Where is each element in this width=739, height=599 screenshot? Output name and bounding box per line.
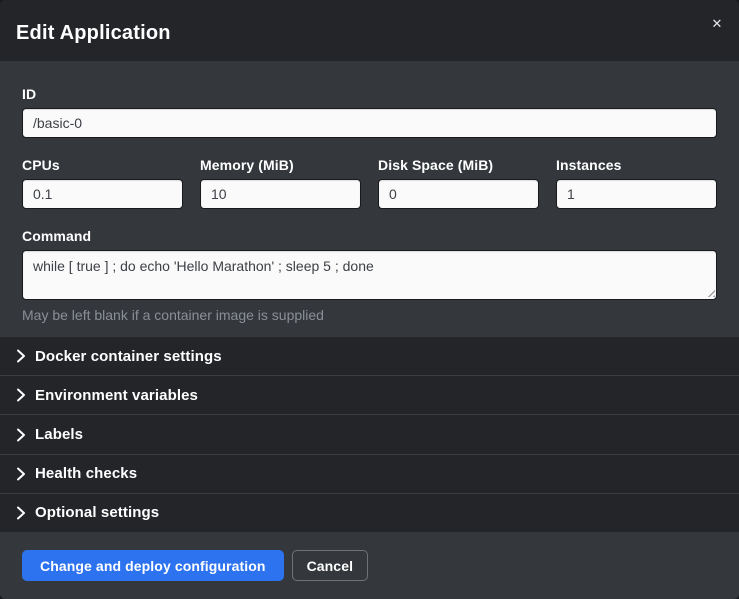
section-label: Optional settings — [35, 504, 159, 521]
disk-field-group: Disk Space (MiB) — [378, 156, 539, 209]
application-form: ID CPUs Memory (MiB) Disk Space (MiB) In… — [0, 61, 739, 337]
chevron-right-icon — [16, 467, 26, 481]
modal-title: Edit Application — [16, 22, 171, 44]
section-optional-settings[interactable]: Optional settings — [0, 494, 739, 532]
cpus-input[interactable] — [22, 179, 183, 209]
memory-label: Memory (MiB) — [200, 156, 361, 174]
cpus-label: CPUs — [22, 156, 183, 174]
change-and-deploy-button[interactable]: Change and deploy configuration — [22, 550, 284, 581]
edit-application-modal: Edit Application ✕ ID CPUs Memory (MiB) … — [0, 0, 739, 599]
modal-footer: Change and deploy configuration Cancel — [0, 532, 739, 599]
close-icon[interactable]: ✕ — [708, 15, 726, 33]
section-label: Environment variables — [35, 387, 198, 404]
chevron-right-icon — [16, 388, 26, 402]
section-label: Docker container settings — [35, 348, 222, 365]
command-field-group: Command while [ true ] ; do echo 'Hello … — [22, 227, 717, 324]
collapsible-sections: Docker container settings Environment va… — [0, 337, 739, 532]
resources-row: CPUs Memory (MiB) Disk Space (MiB) Insta… — [22, 156, 717, 209]
modal-header: Edit Application ✕ — [0, 0, 739, 61]
id-field-group: ID — [22, 85, 717, 138]
chevron-right-icon — [16, 349, 26, 363]
chevron-right-icon — [16, 506, 26, 520]
memory-input[interactable] — [200, 179, 361, 209]
cpus-field-group: CPUs — [22, 156, 183, 209]
section-label: Labels — [35, 426, 83, 443]
section-label: Health checks — [35, 465, 137, 482]
section-environment-variables[interactable]: Environment variables — [0, 376, 739, 415]
section-docker-container-settings[interactable]: Docker container settings — [0, 337, 739, 376]
section-health-checks[interactable]: Health checks — [0, 455, 739, 494]
command-help-text: May be left blank if a container image i… — [22, 306, 717, 324]
instances-field-group: Instances — [556, 156, 717, 209]
id-label: ID — [22, 85, 717, 103]
chevron-right-icon — [16, 428, 26, 442]
instances-input[interactable] — [556, 179, 717, 209]
section-labels[interactable]: Labels — [0, 415, 739, 454]
command-textarea-wrap: while [ true ] ; do echo 'Hello Marathon… — [22, 250, 717, 300]
instances-label: Instances — [556, 156, 717, 174]
command-label: Command — [22, 227, 717, 245]
cancel-button[interactable]: Cancel — [292, 550, 369, 581]
command-textarea[interactable]: while [ true ] ; do echo 'Hello Marathon… — [22, 250, 717, 300]
id-input[interactable] — [22, 108, 717, 138]
disk-input[interactable] — [378, 179, 539, 209]
memory-field-group: Memory (MiB) — [200, 156, 361, 209]
disk-label: Disk Space (MiB) — [378, 156, 539, 174]
